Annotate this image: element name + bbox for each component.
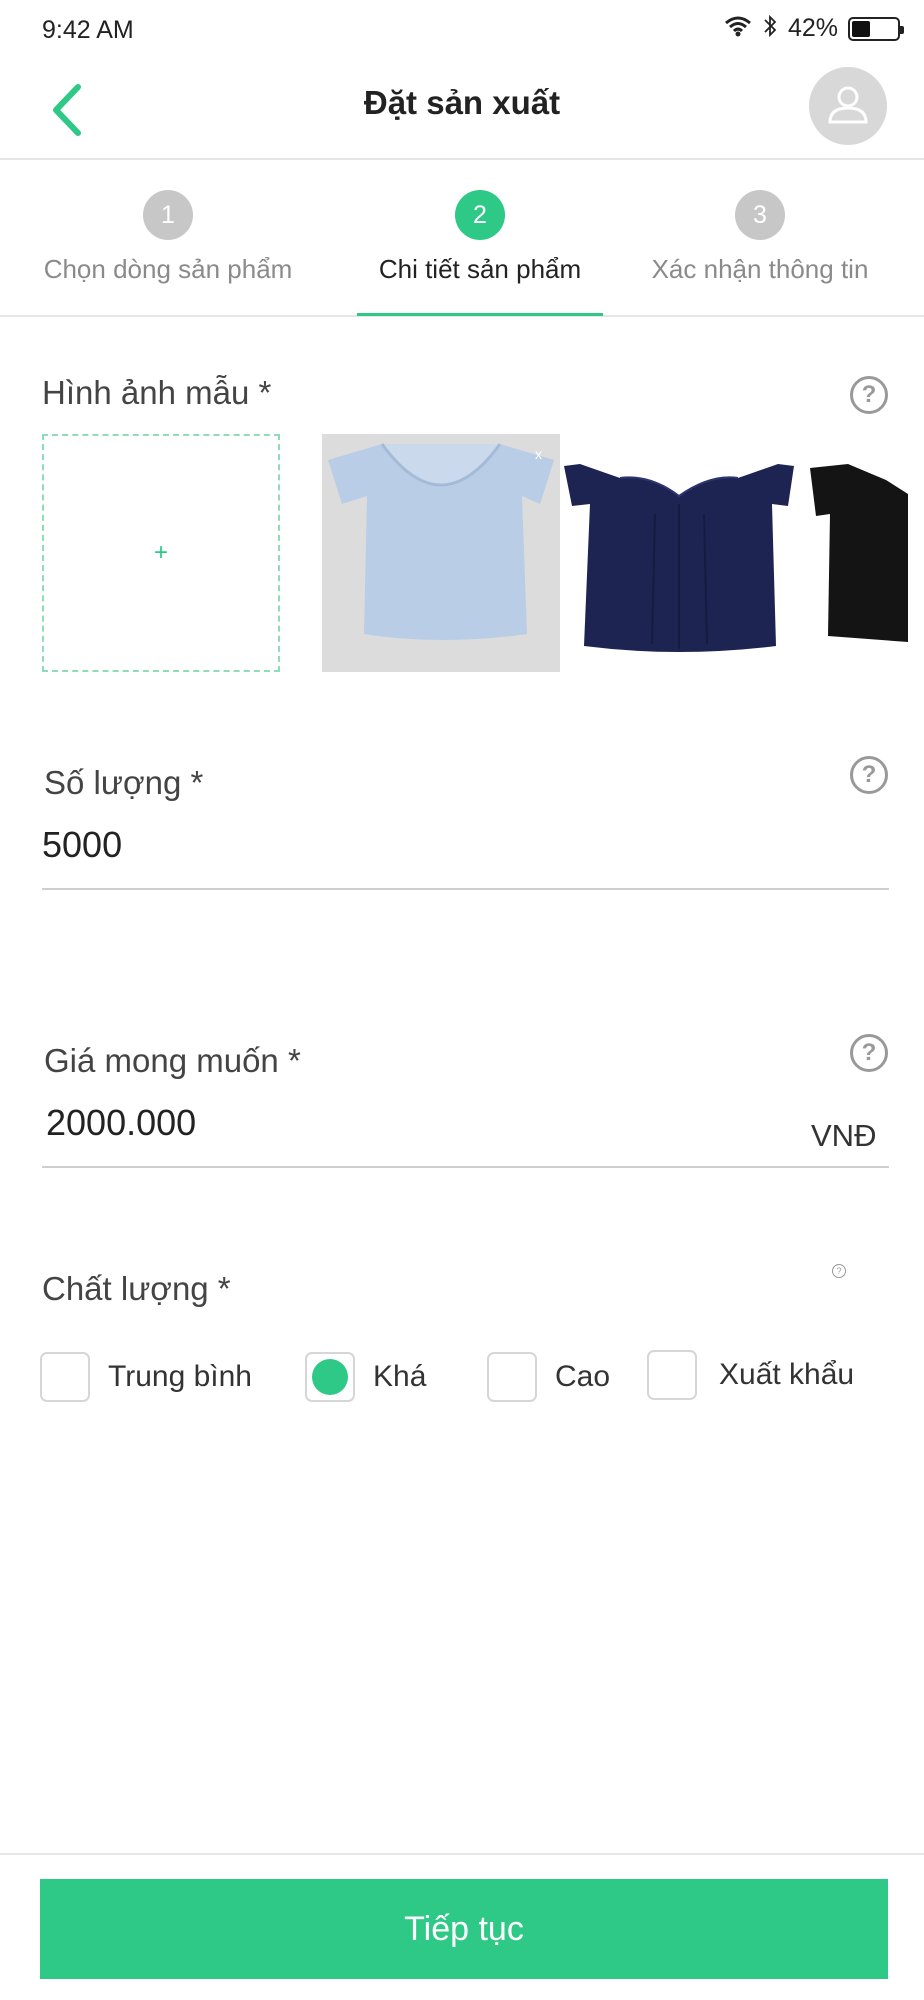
- option-label: Khá: [373, 1360, 427, 1393]
- sample-image-thumbnail[interactable]: x: [322, 434, 560, 672]
- quality-option-kha[interactable]: Khá: [305, 1352, 426, 1402]
- checkbox[interactable]: [487, 1352, 537, 1402]
- quality-option-xuat-khau[interactable]: Xuất khẩu: [647, 1350, 854, 1400]
- avatar[interactable]: [809, 67, 887, 145]
- bluetooth-icon: [762, 14, 778, 43]
- step-2[interactable]: 2 Chi tiết sản phẩm: [357, 160, 603, 317]
- currency-unit: VNĐ: [811, 1118, 877, 1153]
- sample-images-label: Hình ảnh mẫu *: [42, 374, 272, 411]
- checkbox[interactable]: [305, 1352, 355, 1402]
- sample-image-thumbnail[interactable]: [798, 434, 924, 672]
- option-label: Xuất khẩu: [719, 1358, 855, 1391]
- price-label: Giá mong muốn *: [44, 1042, 301, 1079]
- option-label: Trung bình: [108, 1360, 252, 1393]
- step-label: Xác nhận thông tin: [651, 254, 869, 284]
- remove-image-button[interactable]: x: [535, 446, 542, 462]
- nav-bar: Đặt sản xuất: [0, 64, 924, 160]
- battery-level: [852, 20, 871, 37]
- price-input[interactable]: 2000.000: [46, 1102, 196, 1144]
- step-1[interactable]: 1 Chọn dòng sản phẩm: [40, 160, 296, 317]
- status-time: 9:42 AM: [42, 16, 134, 44]
- top-light-blue-image: [328, 443, 554, 640]
- battery-percent: 42%: [787, 14, 838, 42]
- step-3[interactable]: 3 Xác nhận thông tin: [640, 160, 880, 317]
- step-number: 2: [455, 190, 505, 240]
- user-icon: [826, 82, 870, 131]
- sample-image-gallery[interactable]: + x: [42, 434, 924, 672]
- continue-button[interactable]: Tiếp tục: [40, 1879, 888, 1979]
- quality-option-cao[interactable]: Cao: [487, 1352, 610, 1402]
- step-label: Chọn dòng sản phẩm: [43, 254, 293, 284]
- step-label: Chi tiết sản phẩm: [378, 254, 582, 284]
- price-underline: [42, 1166, 889, 1168]
- wifi-icon: [724, 15, 752, 42]
- top-black-image: [810, 464, 908, 642]
- bottom-bar: Tiếp tục: [0, 1853, 924, 2000]
- active-step-indicator: [357, 313, 603, 316]
- stepper: 1 Chọn dòng sản phẩm 2 Chi tiết sản phẩm…: [0, 160, 924, 317]
- selected-dot: [312, 1359, 348, 1395]
- quantity-underline: [42, 888, 889, 890]
- sample-image-thumbnail[interactable]: [560, 434, 798, 672]
- quality-label: Chất lượng *: [42, 1270, 231, 1307]
- option-label: Cao: [555, 1360, 611, 1393]
- quantity-input[interactable]: 5000: [42, 824, 122, 866]
- status-bar: 9:42 AM 42%: [0, 0, 924, 64]
- step-number: 1: [143, 190, 193, 240]
- checkbox[interactable]: [647, 1350, 697, 1400]
- quality-option-trung-binh[interactable]: Trung bình: [40, 1352, 252, 1402]
- checkbox[interactable]: [40, 1352, 90, 1402]
- top-navy-image: [564, 464, 794, 652]
- help-icon[interactable]: ?: [850, 376, 888, 414]
- page-title: Đặt sản xuất: [363, 84, 561, 121]
- status-indicators: 42%: [724, 14, 904, 43]
- help-icon[interactable]: ?: [850, 756, 888, 794]
- battery-icon: [848, 16, 904, 41]
- add-image-button[interactable]: +: [42, 434, 280, 672]
- help-icon[interactable]: ?: [850, 1034, 888, 1072]
- help-icon[interactable]: ?: [832, 1264, 846, 1278]
- step-number: 3: [735, 190, 785, 240]
- quantity-label: Số lượng *: [44, 764, 204, 801]
- plus-icon: +: [153, 539, 168, 566]
